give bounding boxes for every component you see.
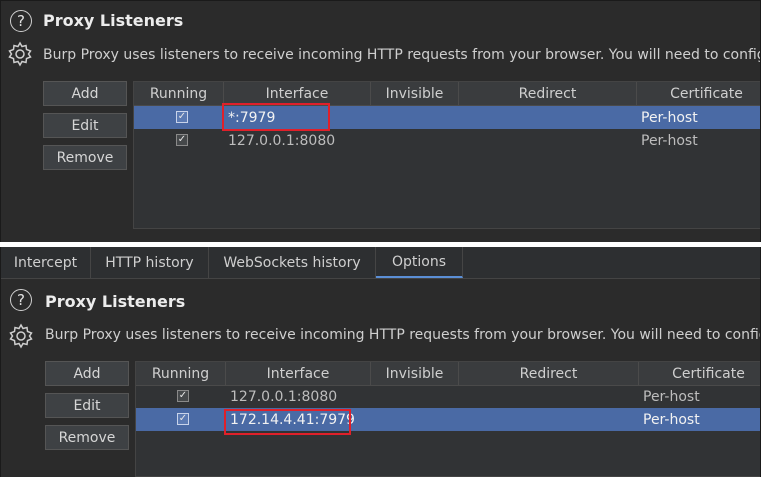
column-header-certificate[interactable]: Certificate [637,82,760,105]
add-button[interactable]: Add [43,81,127,106]
column-header-running[interactable]: Running [134,82,224,105]
column-header-redirect[interactable]: Redirect [459,82,637,105]
column-header-invisible[interactable]: Invisible [371,362,459,385]
column-header-redirect[interactable]: Redirect [459,362,639,385]
remove-button[interactable]: Remove [43,145,127,170]
tab-intercept[interactable]: Intercept [1,247,91,278]
section-description: Burp Proxy uses listeners to receive inc… [43,47,760,63]
highlight-box [222,103,330,131]
certificate-cell: Per-host [643,388,700,405]
gear-icon [9,323,33,349]
highlight-box [224,409,351,435]
certificate-cell: Per-host [641,109,698,126]
interface-cell: 127.0.0.1:8080 [230,388,338,405]
column-header-interface[interactable]: Interface [226,362,371,385]
tab-options[interactable]: Options [376,247,463,278]
running-checkbox[interactable]: ✓ [176,134,188,146]
tab-bar: Intercept HTTP history WebSockets histor… [1,247,760,279]
gear-icon [8,41,32,67]
tab-http-history[interactable]: HTTP history [91,247,209,278]
running-checkbox[interactable]: ✓ [177,413,189,425]
interface-cell: 127.0.0.1:8080 [228,132,336,149]
remove-button[interactable]: Remove [45,425,129,450]
column-header-certificate[interactable]: Certificate [639,362,760,385]
add-button[interactable]: Add [45,361,129,386]
proxy-listeners-panel-bottom: Intercept HTTP history WebSockets histor… [0,247,761,477]
table-row[interactable]: ✓ 127.0.0.1:8080 Per-host [134,129,760,152]
edit-button[interactable]: Edit [45,393,129,418]
table-header: Running Interface Invisible Redirect Cer… [136,362,760,386]
running-checkbox[interactable]: ✓ [176,111,188,123]
question-circle-icon[interactable]: ? [10,10,32,32]
table-row[interactable]: ✓ 127.0.0.1:8080 Per-host [136,385,760,408]
certificate-cell: Per-host [643,411,700,428]
question-circle-icon[interactable]: ? [10,289,32,311]
column-header-invisible[interactable]: Invisible [371,82,459,105]
column-header-interface[interactable]: Interface [224,82,371,105]
section-title: Proxy Listeners [45,292,186,311]
certificate-cell: Per-host [641,132,698,149]
tab-websockets-history[interactable]: WebSockets history [209,247,376,278]
section-title: Proxy Listeners [43,11,184,30]
proxy-listeners-panel-top: ? Proxy Listeners Burp Proxy uses listen… [0,0,761,242]
section-description: Burp Proxy uses listeners to receive inc… [45,327,760,343]
column-header-running[interactable]: Running [136,362,226,385]
running-checkbox[interactable]: ✓ [177,390,189,402]
edit-button[interactable]: Edit [43,113,127,138]
